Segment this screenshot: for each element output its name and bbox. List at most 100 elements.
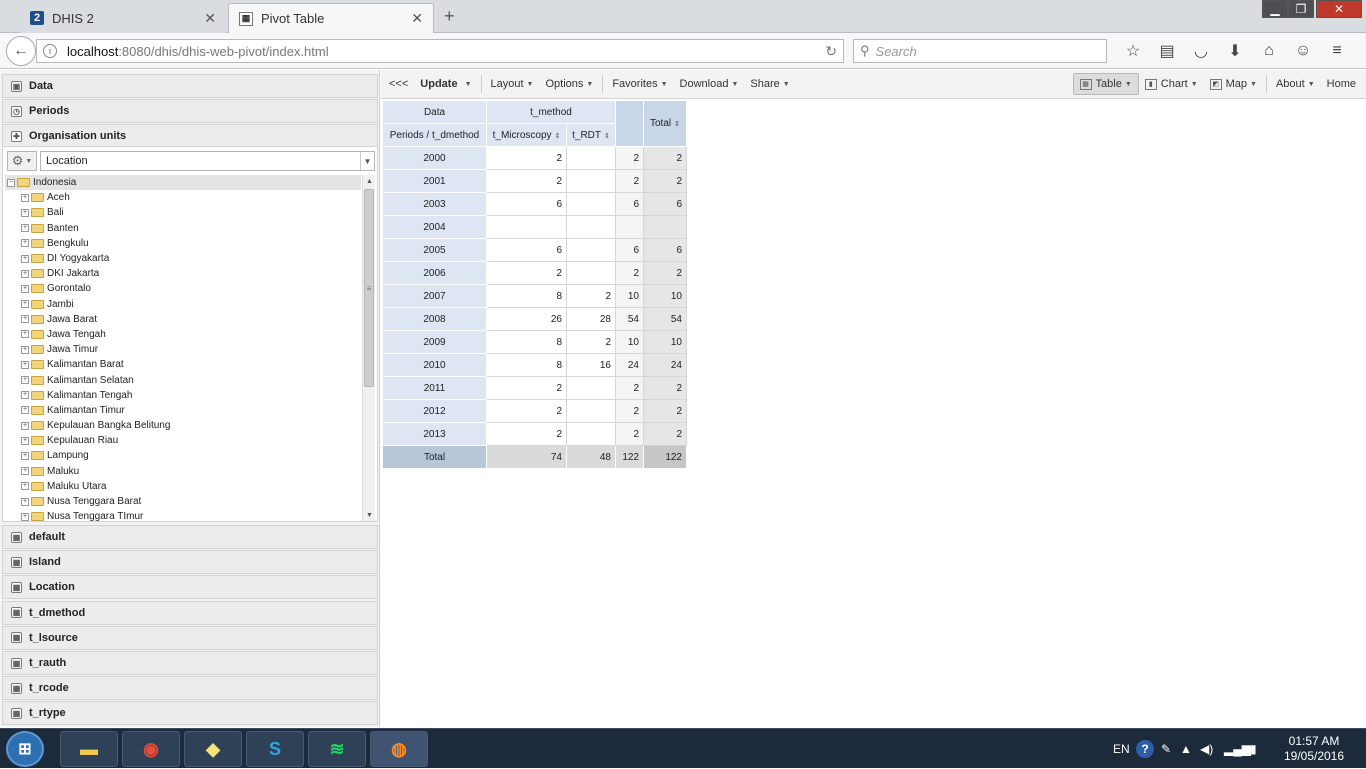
- menu-icon[interactable]: ≡: [1320, 39, 1354, 63]
- scroll-up-icon[interactable]: ▲: [363, 175, 376, 187]
- expand-icon[interactable]: +: [21, 254, 29, 263]
- expand-icon[interactable]: +: [21, 330, 29, 339]
- map-button[interactable]: ◩ Map ▼: [1204, 73, 1263, 95]
- cell-rdt[interactable]: 2: [566, 330, 616, 354]
- download-button[interactable]: Download ▼: [674, 73, 745, 95]
- info-icon[interactable]: i: [43, 44, 57, 58]
- tree-item[interactable]: + Jambi: [5, 297, 361, 312]
- spotify-icon[interactable]: ≋: [308, 731, 366, 767]
- minimize-icon[interactable]: ▁: [1262, 0, 1288, 18]
- cell-rdt[interactable]: [566, 399, 616, 423]
- show-hidden-icons-icon[interactable]: ▲: [1180, 729, 1192, 769]
- cell-microscopy[interactable]: 2: [486, 146, 567, 170]
- pen-icon[interactable]: ✎: [1161, 729, 1171, 769]
- cell-microscopy[interactable]: 26: [486, 307, 567, 331]
- cell-total[interactable]: 2: [643, 261, 687, 285]
- expand-icon[interactable]: +: [21, 224, 29, 233]
- windows-start-icon[interactable]: ⊞: [6, 731, 44, 767]
- cell-rdt[interactable]: [566, 192, 616, 216]
- cell-subtotal[interactable]: 6: [615, 192, 644, 216]
- tree-item[interactable]: + Kepulauan Bangka Belitung: [5, 418, 361, 433]
- cell-subtotal[interactable]: 10: [615, 330, 644, 354]
- close-tab-icon[interactable]: ✕: [204, 10, 216, 27]
- new-tab-icon[interactable]: +: [444, 6, 455, 27]
- cell-rdt[interactable]: [566, 238, 616, 262]
- scroll-down-icon[interactable]: ▼: [363, 509, 376, 521]
- cell-subtotal[interactable]: 2: [615, 399, 644, 423]
- total-rdt[interactable]: 48: [566, 445, 616, 469]
- accordion-dimension[interactable]: ▦ Location: [2, 575, 378, 600]
- cell-subtotal[interactable]: 6: [615, 238, 644, 262]
- maximize-icon[interactable]: ❐: [1288, 0, 1314, 18]
- cell-microscopy[interactable]: 2: [486, 169, 567, 193]
- cell-total[interactable]: 2: [643, 376, 687, 400]
- tree-item[interactable]: + Maluku Utara: [5, 479, 361, 494]
- tree-item[interactable]: + Aceh: [5, 190, 361, 205]
- sort-icon[interactable]: ⇕: [604, 133, 610, 140]
- close-tab-icon[interactable]: ✕: [411, 10, 423, 27]
- skype-icon[interactable]: S: [246, 731, 304, 767]
- tree-item[interactable]: + Gorontalo: [5, 281, 361, 296]
- pocket-icon[interactable]: ◡: [1184, 39, 1218, 63]
- cell-microscopy[interactable]: 2: [486, 399, 567, 423]
- volume-icon[interactable]: ◀): [1200, 729, 1213, 769]
- home-icon[interactable]: ⌂: [1252, 39, 1286, 63]
- cell-rdt[interactable]: 2: [566, 284, 616, 308]
- accordion-data[interactable]: ▣ Data: [2, 74, 378, 98]
- url-bar[interactable]: i localhost:8080/dhis/dhis-web-pivot/ind…: [36, 39, 844, 63]
- expand-icon[interactable]: +: [21, 300, 29, 309]
- accordion-dimension[interactable]: ▦ t_rauth: [2, 651, 378, 675]
- expand-icon[interactable]: +: [21, 208, 29, 217]
- cell-microscopy[interactable]: 6: [486, 238, 567, 262]
- back-arrow-icon[interactable]: ←: [6, 36, 36, 66]
- cell-total[interactable]: 6: [643, 192, 687, 216]
- cell-total[interactable]: 10: [643, 330, 687, 354]
- expand-icon[interactable]: +: [21, 497, 29, 506]
- total-microscopy[interactable]: 74: [486, 445, 567, 469]
- cell-subtotal[interactable]: 2: [615, 376, 644, 400]
- cell-subtotal[interactable]: 2: [615, 146, 644, 170]
- ou-level-select[interactable]: Location ▼: [40, 151, 375, 171]
- layout-button[interactable]: Layout ▼: [485, 73, 540, 95]
- reading-list-icon[interactable]: ▤: [1150, 39, 1184, 63]
- notes-icon[interactable]: ◆: [184, 731, 242, 767]
- cell-subtotal[interactable]: [615, 215, 644, 239]
- tree-item[interactable]: + Maluku: [5, 464, 361, 479]
- emoji-icon[interactable]: ☺: [1286, 39, 1320, 63]
- column-header-microscopy[interactable]: t_Microscopy ⇕: [486, 123, 567, 147]
- tree-item[interactable]: + Jawa Barat: [5, 312, 361, 327]
- expand-icon[interactable]: +: [21, 360, 29, 369]
- battery-icon[interactable]: ▮: [1250, 729, 1257, 769]
- update-menu-arrow[interactable]: ▼: [460, 73, 478, 95]
- cell-rdt[interactable]: [566, 422, 616, 446]
- cell-microscopy[interactable]: 2: [486, 422, 567, 446]
- tree-item[interactable]: + DI Yogyakarta: [5, 251, 361, 266]
- chrome-icon[interactable]: ◉: [122, 731, 180, 767]
- tree-item[interactable]: + Kepulauan Riau: [5, 433, 361, 448]
- reload-icon[interactable]: ↻: [825, 43, 837, 60]
- tree-item[interactable]: + DKI Jakarta: [5, 266, 361, 281]
- expand-icon[interactable]: +: [21, 345, 29, 354]
- cell-total[interactable]: 2: [643, 422, 687, 446]
- cell-subtotal[interactable]: 2: [615, 261, 644, 285]
- system-clock[interactable]: 01:57 AM 19/05/2016: [1278, 734, 1350, 764]
- expand-icon[interactable]: +: [21, 436, 29, 445]
- expand-icon[interactable]: +: [21, 193, 29, 202]
- cell-microscopy[interactable]: 2: [486, 261, 567, 285]
- expand-icon[interactable]: +: [21, 512, 29, 521]
- total-header[interactable]: Total ⇕: [643, 100, 687, 147]
- download-icon[interactable]: ⬇: [1218, 39, 1252, 63]
- cell-microscopy[interactable]: 8: [486, 353, 567, 377]
- accordion-dimension[interactable]: ▦ t_lsource: [2, 625, 378, 650]
- tree-item[interactable]: + Nusa Tenggara Barat: [5, 494, 361, 509]
- sort-icon[interactable]: ⇕: [674, 121, 680, 128]
- cell-microscopy[interactable]: 6: [486, 192, 567, 216]
- tree-item[interactable]: + Kalimantan Tengah: [5, 388, 361, 403]
- accordion-dimension[interactable]: ▦ t_rtype: [2, 701, 378, 726]
- cell-rdt[interactable]: [566, 169, 616, 193]
- cell-total[interactable]: 10: [643, 284, 687, 308]
- tree-item[interactable]: + Jawa Tengah: [5, 327, 361, 342]
- options-button[interactable]: Options ▼: [539, 73, 599, 95]
- tree-item[interactable]: + Banten: [5, 221, 361, 236]
- cell-subtotal[interactable]: 2: [615, 169, 644, 193]
